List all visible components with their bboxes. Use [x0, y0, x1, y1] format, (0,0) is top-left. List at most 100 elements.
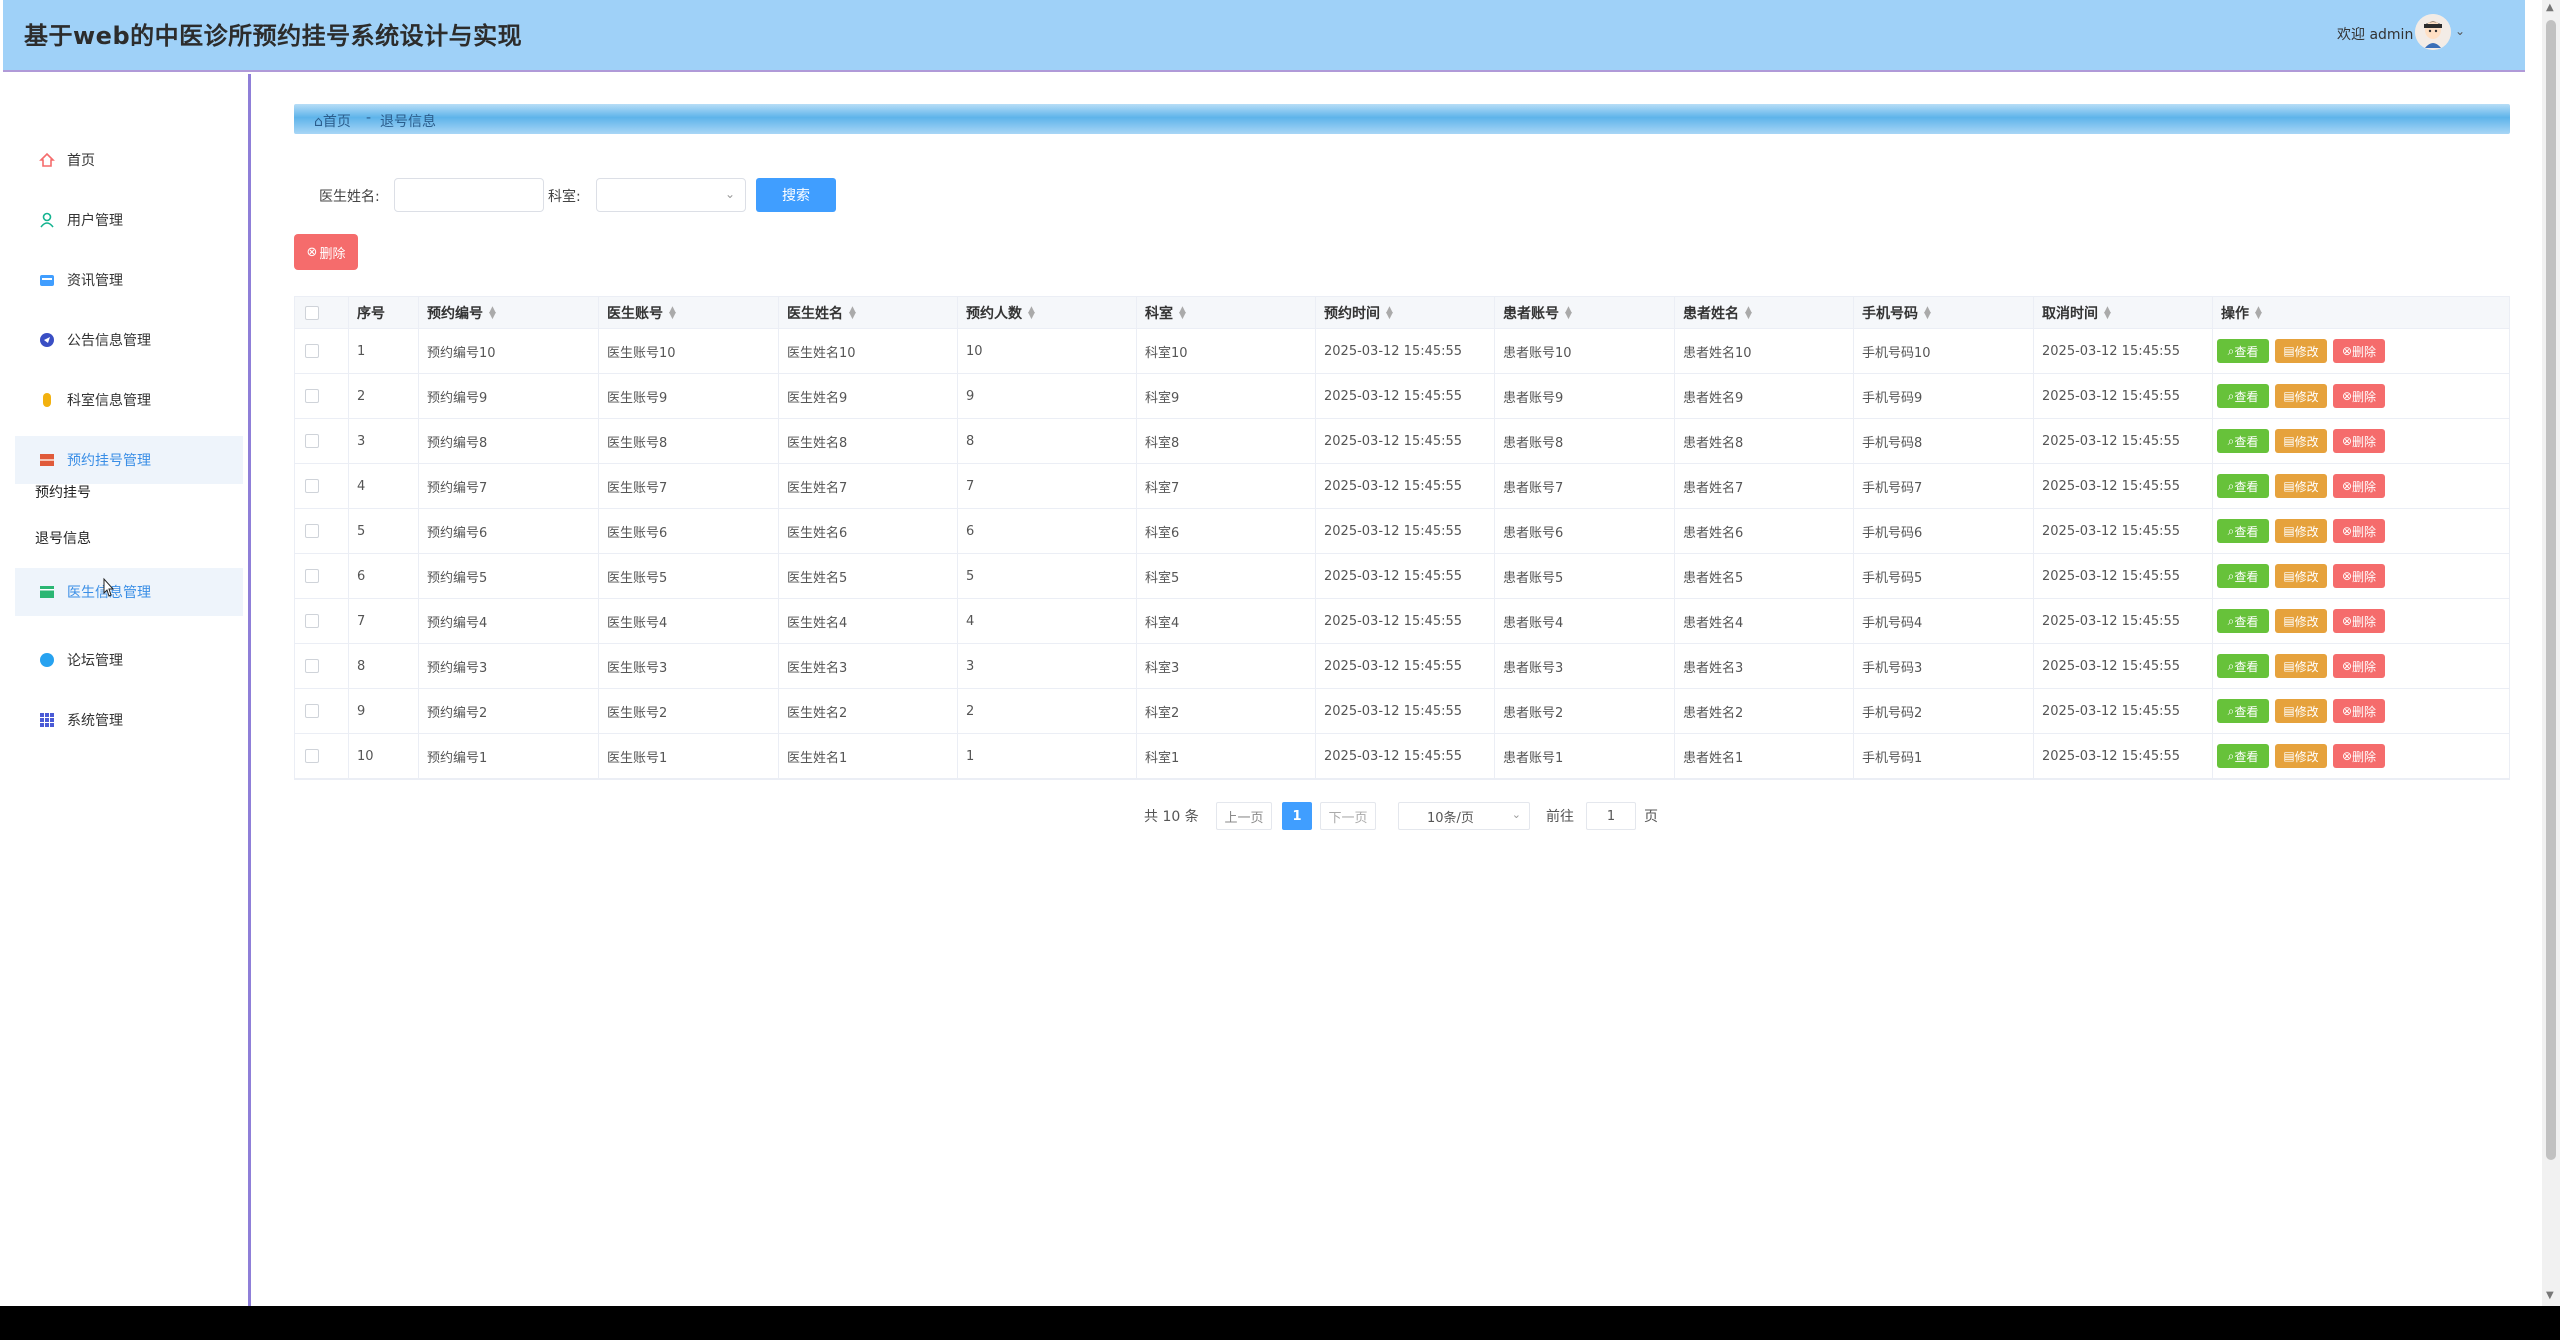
sidebar-item-appointment[interactable]: 预约挂号管理 — [15, 436, 243, 484]
sort-icon[interactable]: ▲ ▼ — [669, 305, 676, 320]
row-checkbox[interactable] — [305, 524, 319, 538]
row-checkbox-cell[interactable] — [295, 329, 349, 373]
row-checkbox-cell[interactable] — [295, 644, 349, 688]
row-checkbox[interactable] — [305, 479, 319, 493]
header-appointment-time[interactable]: 预约时间 ▲ ▼ — [1316, 297, 1495, 328]
row-checkbox[interactable] — [305, 389, 319, 403]
sort-icon[interactable]: ▲ ▼ — [849, 305, 856, 320]
delete-button[interactable]: ⊗ 删除 — [2333, 429, 2385, 453]
header-actions[interactable]: 操作 ▲ ▼ — [2213, 297, 2509, 328]
edit-button[interactable]: ▤ 修改 — [2275, 429, 2327, 453]
header-patient-name[interactable]: 患者姓名 ▲ ▼ — [1675, 297, 1854, 328]
goto-page-input[interactable]: 1 — [1586, 802, 1636, 830]
header-phone[interactable]: 手机号码 ▲ ▼ — [1854, 297, 2034, 328]
sidebar-item-news[interactable]: 资讯管理 — [15, 256, 243, 304]
row-checkbox[interactable] — [305, 434, 319, 448]
delete-button[interactable]: ⊗ 删除 — [2333, 699, 2385, 723]
row-checkbox[interactable] — [305, 614, 319, 628]
select-all-checkbox-cell[interactable] — [295, 297, 349, 328]
table-row[interactable]: 3 预约编号8 医生账号8 医生姓名8 8 科室8 2025-03-12 15:45:55 患… — [295, 419, 2509, 464]
header-patient-account[interactable]: 患者账号 ▲ ▼ — [1495, 297, 1675, 328]
header-doctor-name[interactable]: 医生姓名 ▲ ▼ — [779, 297, 958, 328]
edit-button[interactable]: ▤ 修改 — [2275, 654, 2327, 678]
next-page-button[interactable]: 下一页 — [1320, 802, 1376, 830]
view-button[interactable]: ⌕ 查看 — [2217, 564, 2269, 588]
row-checkbox-cell[interactable] — [295, 374, 349, 418]
view-button[interactable]: ⌕ 查看 — [2217, 654, 2269, 678]
header-appointment-no[interactable]: 预约编号 ▲ ▼ — [419, 297, 599, 328]
table-row[interactable]: 9 预约编号2 医生账号2 医生姓名2 2 科室2 2025-03-12 15:45:55 患… — [295, 689, 2509, 734]
delete-button[interactable]: ⊗ 删除 — [2333, 519, 2385, 543]
view-button[interactable]: ⌕ 查看 — [2217, 519, 2269, 543]
table-row[interactable]: 8 预约编号3 医生账号3 医生姓名3 3 科室3 2025-03-12 15:45:55 患… — [295, 644, 2509, 689]
table-row[interactable]: 6 预约编号5 医生账号5 医生姓名5 5 科室5 2025-03-12 15:45:55 患… — [295, 554, 2509, 599]
edit-button[interactable]: ▤ 修改 — [2275, 744, 2327, 768]
page-size-select[interactable]: 10条/页 ⌄ — [1398, 802, 1530, 830]
row-checkbox-cell[interactable] — [295, 464, 349, 508]
doctor-name-input[interactable] — [394, 178, 544, 212]
header-department[interactable]: 科室 ▲ ▼ — [1137, 297, 1316, 328]
header-cancel-time[interactable]: 取消时间 ▲ ▼ — [2034, 297, 2213, 328]
edit-button[interactable]: ▤ 修改 — [2275, 609, 2327, 633]
row-checkbox[interactable] — [305, 344, 319, 358]
delete-button[interactable]: ⊗ 删除 — [2333, 474, 2385, 498]
row-checkbox[interactable] — [305, 704, 319, 718]
sort-icon[interactable]: ▲ ▼ — [2104, 305, 2111, 320]
sort-icon[interactable]: ▲ ▼ — [1924, 305, 1931, 320]
page-1-button[interactable]: 1 — [1282, 802, 1312, 830]
view-button[interactable]: ⌕ 查看 — [2217, 474, 2269, 498]
view-button[interactable]: ⌕ 查看 — [2217, 384, 2269, 408]
row-checkbox[interactable] — [305, 569, 319, 583]
row-checkbox-cell[interactable] — [295, 599, 349, 643]
delete-button[interactable]: ⊗ 删除 — [2333, 609, 2385, 633]
row-checkbox-cell[interactable] — [295, 509, 349, 553]
search-button[interactable]: 搜索 — [756, 178, 836, 212]
sidebar-subitem-appointment[interactable]: 预约挂号 — [35, 482, 91, 502]
sidebar-item-users[interactable]: 用户管理 — [15, 196, 243, 244]
sort-icon[interactable]: ▲ ▼ — [489, 305, 496, 320]
sidebar-item-notice[interactable]: 公告信息管理 — [15, 316, 243, 364]
view-button[interactable]: ⌕ 查看 — [2217, 609, 2269, 633]
sidebar-item-doctor[interactable]: 医生信息管理 — [15, 568, 243, 616]
edit-button[interactable]: ▤ 修改 — [2275, 384, 2327, 408]
table-row[interactable]: 4 预约编号7 医生账号7 医生姓名7 7 科室7 2025-03-12 15:45:55 患… — [295, 464, 2509, 509]
table-row[interactable]: 5 预约编号6 医生账号6 医生姓名6 6 科室6 2025-03-12 15:45:55 患… — [295, 509, 2509, 554]
edit-button[interactable]: ▤ 修改 — [2275, 699, 2327, 723]
delete-button[interactable]: ⊗ 删除 — [2333, 654, 2385, 678]
sort-icon[interactable]: ▲ ▼ — [1028, 305, 1035, 320]
edit-button[interactable]: ▤ 修改 — [2275, 474, 2327, 498]
delete-button[interactable]: ⊗ 删除 — [2333, 564, 2385, 588]
sort-icon[interactable]: ▲ ▼ — [1565, 305, 1572, 320]
view-button[interactable]: ⌕ 查看 — [2217, 699, 2269, 723]
row-checkbox[interactable] — [305, 659, 319, 673]
sidebar-item-department[interactable]: 科室信息管理 — [15, 376, 243, 424]
sort-icon[interactable]: ▲ ▼ — [2255, 305, 2262, 320]
sidebar-item-forum[interactable]: 论坛管理 — [15, 636, 243, 684]
sort-icon[interactable]: ▲ ▼ — [1386, 305, 1393, 320]
view-button[interactable]: ⌕ 查看 — [2217, 339, 2269, 363]
row-checkbox[interactable] — [305, 749, 319, 763]
scrollbar-thumb[interactable] — [2546, 20, 2556, 1160]
view-button[interactable]: ⌕ 查看 — [2217, 744, 2269, 768]
sort-icon[interactable]: ▲ ▼ — [1745, 305, 1752, 320]
row-checkbox-cell[interactable] — [295, 689, 349, 733]
department-select[interactable]: ⌄ — [596, 178, 746, 212]
delete-button[interactable]: ⊗ 删除 — [2333, 744, 2385, 768]
view-button[interactable]: ⌕ 查看 — [2217, 429, 2269, 453]
row-checkbox-cell[interactable] — [295, 554, 349, 598]
scroll-up-icon[interactable]: ▲ — [2546, 2, 2554, 13]
sidebar-item-home[interactable]: 首页 — [15, 136, 243, 184]
batch-delete-button[interactable]: ⊗ 删除 — [294, 234, 358, 270]
prev-page-button[interactable]: 上一页 — [1216, 802, 1272, 830]
row-checkbox-cell[interactable] — [295, 419, 349, 463]
user-avatar[interactable] — [2415, 14, 2451, 50]
select-all-checkbox[interactable] — [305, 305, 319, 320]
delete-button[interactable]: ⊗ 删除 — [2333, 339, 2385, 363]
table-row[interactable]: 7 预约编号4 医生账号4 医生姓名4 4 科室4 2025-03-12 15:45:55 患… — [295, 599, 2509, 644]
edit-button[interactable]: ▤ 修改 — [2275, 519, 2327, 543]
chevron-down-icon[interactable]: ⌄ — [2455, 24, 2465, 38]
sort-icon[interactable]: ▲ ▼ — [1179, 305, 1186, 320]
table-row[interactable]: 10 预约编号1 医生账号1 医生姓名1 1 科室1 2025-03-12 15:45:55… — [295, 734, 2509, 779]
header-count[interactable]: 预约人数 ▲ ▼ — [958, 297, 1137, 328]
breadcrumb-home[interactable]: ⌂首页 — [314, 111, 351, 131]
